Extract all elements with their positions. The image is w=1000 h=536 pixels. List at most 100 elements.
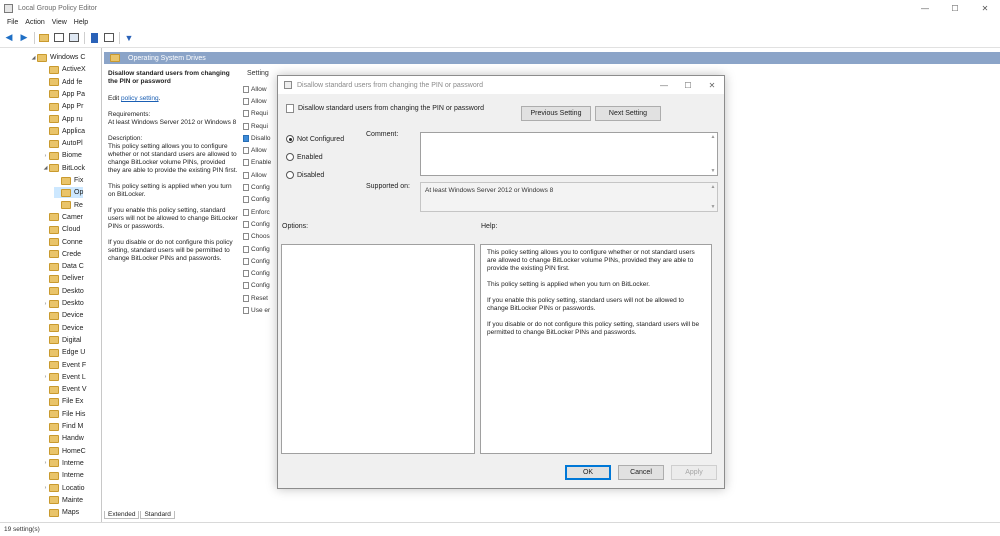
tree-item[interactable]: Data C (42, 261, 84, 272)
tree-item[interactable]: › Biome (42, 150, 82, 161)
minimize-button[interactable]: — (910, 0, 940, 16)
tree-item[interactable]: ◢ BitLock (42, 163, 85, 174)
description-p2: This policy setting is applied when you … (108, 183, 232, 198)
maximize-button[interactable]: ☐ (940, 0, 970, 16)
tree-item-label: App Pa (62, 90, 85, 98)
forward-arrow-icon[interactable]: ▶ (18, 32, 30, 44)
tab-extended[interactable]: Extended (104, 511, 140, 519)
next-setting-button[interactable]: Next Setting (595, 106, 661, 121)
tree-item[interactable]: ◢ Windows C (30, 52, 85, 63)
scroll-up-icon[interactable]: ▲ (710, 184, 716, 190)
tree-item[interactable]: › Event L (42, 372, 86, 383)
tree-expander-icon[interactable]: › (42, 301, 49, 307)
apply-button[interactable]: Apply (671, 465, 717, 480)
tree-item[interactable]: HomeC (42, 446, 86, 457)
menu-view[interactable]: View (52, 19, 67, 26)
tab-standard[interactable]: Standard (140, 511, 175, 519)
tree-item[interactable]: Event V (42, 384, 87, 395)
tree-item[interactable]: Digital (42, 335, 81, 346)
tree-item[interactable]: AutoPl (42, 138, 83, 149)
tree-expander-icon[interactable]: ◢ (30, 55, 37, 61)
tree-item[interactable]: › Locatio (42, 483, 85, 494)
radio-disabled-label: Disabled (297, 171, 325, 179)
properties-icon[interactable] (103, 32, 115, 44)
radio-not-configured[interactable]: Not Configured (286, 135, 344, 143)
tree-expander-icon[interactable]: › (42, 153, 49, 159)
tree-item[interactable]: Op (54, 187, 84, 199)
menu-help[interactable]: Help (74, 19, 88, 26)
tree-item[interactable]: Event F (42, 360, 86, 371)
tree-item[interactable]: Mainte (42, 495, 83, 506)
tree-item[interactable]: Add fe (42, 77, 82, 88)
show-hide-tree-icon[interactable] (53, 32, 65, 44)
tree-item[interactable]: › Interne (42, 458, 84, 469)
tree-item[interactable]: Cloud (42, 224, 80, 235)
tree-item[interactable]: Interne (42, 470, 84, 481)
dialog-maximize-button[interactable]: ☐ (676, 76, 700, 94)
tree-item-label: File Ex (62, 398, 84, 406)
tree-expander-icon[interactable]: ◢ (42, 165, 49, 171)
comment-textarea[interactable]: ▲ ▼ (420, 132, 718, 176)
tree-item[interactable]: Maps (42, 507, 79, 518)
close-button[interactable]: ✕ (970, 0, 1000, 16)
radio-enabled[interactable]: Enabled (286, 153, 323, 161)
tree-item-label: ActiveX (62, 66, 86, 74)
supported-on-field: At least Windows Server 2012 or Windows … (420, 182, 718, 212)
policy-setting-icon (286, 104, 294, 113)
tree-item[interactable]: App Pr (42, 101, 83, 112)
tree-item[interactable]: Conne (42, 237, 83, 248)
pane-header-title: Operating System Drives (128, 54, 206, 62)
previous-setting-button[interactable]: Previous Setting (521, 106, 591, 121)
policy-setting-icon (243, 196, 249, 204)
policy-setting-icon (243, 97, 249, 105)
menu-file[interactable]: File (7, 19, 18, 26)
tree-item[interactable]: ActiveX (42, 64, 86, 75)
tree-item[interactable]: Deskto (42, 286, 84, 297)
back-arrow-icon[interactable]: ◀ (3, 32, 15, 44)
tree-item[interactable]: App ru (42, 114, 83, 125)
dialog-close-button[interactable]: ✕ (700, 76, 724, 94)
tree-item[interactable]: Applica (42, 126, 85, 137)
help-book-icon[interactable] (88, 32, 100, 44)
filter-icon[interactable]: ▼ (123, 32, 135, 44)
tree-item[interactable]: Deliver (42, 273, 84, 284)
tree-item-label: Digital (62, 336, 82, 344)
tree-item[interactable]: Crede (42, 249, 81, 260)
tree-item-label: Conne (62, 238, 83, 246)
tree-expander-icon[interactable]: › (42, 374, 49, 380)
folder-icon (61, 201, 71, 210)
setting-name: Enforc (251, 208, 270, 216)
tree-item[interactable]: App Pa (42, 89, 85, 100)
scroll-up-icon[interactable]: ▲ (710, 134, 716, 140)
tree-expander-icon[interactable]: › (42, 460, 49, 466)
scroll-down-icon[interactable]: ▼ (710, 168, 716, 174)
radio-disabled[interactable]: Disabled (286, 171, 324, 179)
dialog-minimize-button[interactable]: — (652, 76, 676, 94)
tree-item[interactable]: Fix (54, 175, 83, 186)
setting-name: Allow (251, 147, 267, 155)
tree-item[interactable]: Find M (42, 421, 83, 432)
tree-item-label: Device (62, 312, 84, 320)
tree-item[interactable]: Camer (42, 212, 83, 223)
tree-item[interactable]: Re (54, 200, 83, 211)
menu-action[interactable]: Action (25, 19, 44, 26)
tree-item[interactable]: File Ex (42, 396, 83, 407)
settings-column-header[interactable]: Setting (247, 70, 269, 77)
help-paragraph: This policy setting allows you to config… (487, 249, 695, 272)
ok-button[interactable]: OK (565, 465, 611, 480)
tree-item[interactable]: › Deskto (42, 298, 84, 309)
policy-description-panel: Disallow standard users from changing th… (108, 70, 238, 271)
tree-item[interactable]: Edge U (42, 347, 85, 358)
export-list-icon[interactable] (68, 32, 80, 44)
up-folder-icon[interactable] (38, 32, 50, 44)
tree-item[interactable]: File His (42, 409, 85, 420)
scroll-down-icon[interactable]: ▼ (710, 204, 716, 210)
cancel-button[interactable]: Cancel (618, 465, 664, 480)
radio-dot-selected (286, 135, 294, 143)
tree-item[interactable]: Device (42, 310, 83, 321)
tree-expander-icon[interactable]: › (42, 485, 49, 491)
tree-item-label: App Pr (62, 103, 84, 111)
tree-item[interactable]: Device (42, 323, 83, 334)
edit-policy-link[interactable]: policy setting (121, 95, 159, 102)
tree-item[interactable]: Handw (42, 433, 84, 444)
